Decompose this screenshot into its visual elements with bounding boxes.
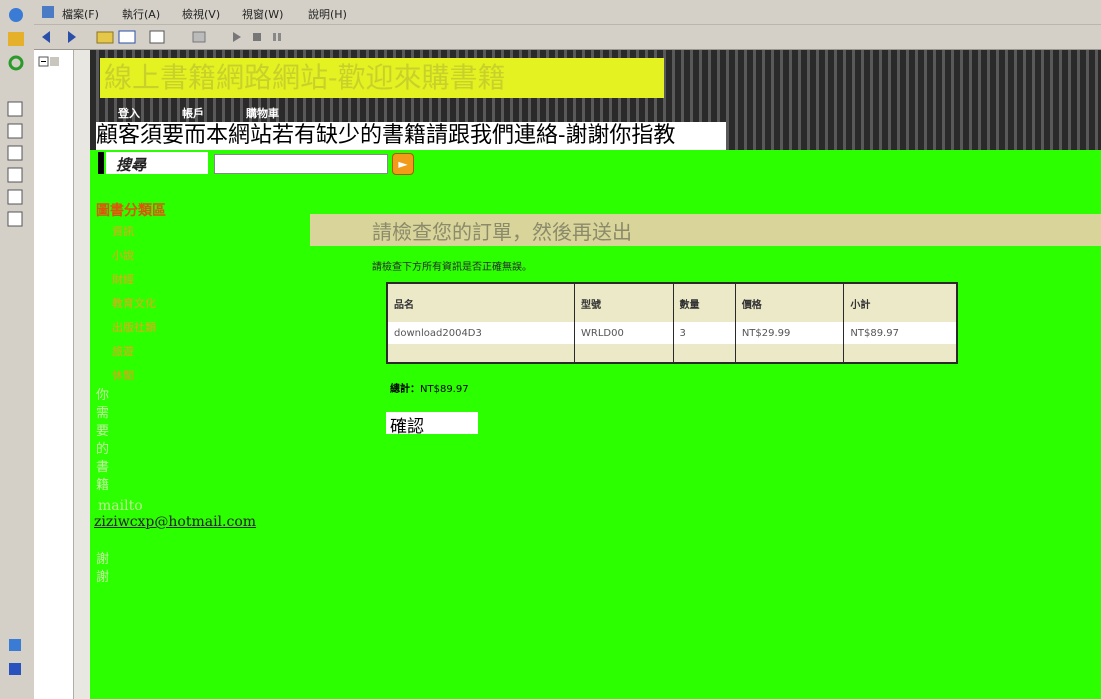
mailto-label: mailto	[98, 498, 143, 514]
app-icon[interactable]	[6, 6, 26, 24]
search-label: 搜尋	[116, 156, 147, 174]
list-icon[interactable]	[190, 29, 208, 45]
order-total: 總計：NT$89.97	[390, 380, 469, 395]
category-link[interactable]: 教育文化	[112, 295, 156, 311]
nav-cart-link[interactable]: 購物車	[246, 105, 279, 121]
search-marker	[98, 152, 104, 174]
star-icon[interactable]	[6, 30, 26, 48]
cell-item-name: download2004D3	[387, 322, 575, 344]
menu-view[interactable]: 檢視(V)	[182, 6, 220, 22]
properties-icon[interactable]	[148, 29, 166, 45]
panel-icon[interactable]	[6, 100, 26, 118]
pause-icon[interactable]	[268, 29, 286, 45]
search-go-button[interactable]: ►	[392, 153, 414, 175]
contact-char: 的	[96, 442, 110, 457]
play-icon[interactable]	[228, 29, 246, 45]
cell-price: NT$29.99	[735, 322, 845, 344]
window-icon[interactable]	[118, 29, 136, 45]
cell-model: WRLD00	[574, 322, 674, 344]
category-link[interactable]: 休閒	[112, 367, 134, 383]
contact-char: 籍	[96, 478, 110, 493]
refresh-icon[interactable]	[6, 54, 26, 72]
category-link[interactable]: 出版社類	[112, 319, 156, 335]
search-input[interactable]	[214, 154, 388, 174]
left-dock	[0, 0, 35, 699]
contact-char: 需	[96, 406, 110, 421]
arrow-right-icon: ►	[398, 157, 408, 171]
table-spacer-row	[387, 344, 957, 363]
menu-bar: 檔案(F) 執行(A) 檢視(V) 視窗(W) 說明(H)	[34, 0, 1101, 25]
panel-icon[interactable]	[6, 188, 26, 206]
contact-char: 要	[96, 424, 110, 439]
table-row: download2004D3 WRLD00 3 NT$29.99 NT$89.9…	[387, 322, 957, 344]
confirm-button[interactable]: 確認	[386, 412, 478, 437]
toolbar	[34, 25, 1101, 50]
table-header-row: 品名 型號 數量 價格 小計	[387, 283, 957, 322]
category-link[interactable]: 財經	[112, 271, 134, 287]
contact-char: 書	[96, 460, 110, 475]
menu-action[interactable]: 執行(A)	[122, 6, 160, 22]
panel-icon[interactable]	[6, 210, 26, 228]
contact-char: 你	[96, 388, 110, 403]
column-header: 數量	[673, 283, 736, 322]
nav-login-link[interactable]: 登入	[118, 105, 140, 121]
order-review-subtitle: 請檢查下方所有資訊是否正確無誤。	[372, 262, 532, 273]
site-notice: 顧客須要而本網站若有缺少的書籍請跟我們連絡-謝謝你指教	[96, 122, 726, 150]
order-table: 品名 型號 數量 價格 小計 download2004D3 WRLD00 3 N…	[386, 282, 958, 364]
tree-node-icon[interactable]	[38, 56, 60, 78]
stop-icon[interactable]	[248, 29, 266, 45]
thanks-char: 謝	[96, 552, 110, 567]
category-link[interactable]: 小說	[112, 247, 134, 263]
menu-window[interactable]: 視窗(W)	[242, 6, 283, 22]
tree-scrollbar[interactable]	[73, 50, 90, 699]
web-content: 線上書籍網路網站-歡迎來購書籍 登入 帳戶 購物車 顧客須要而本網站若有缺少的書…	[90, 50, 1101, 699]
cell-quantity: 3	[673, 322, 736, 344]
console-tree-panel[interactable]	[34, 50, 92, 699]
column-header: 小計	[843, 283, 957, 322]
menu-help[interactable]: 說明(H)	[308, 6, 347, 22]
forward-icon[interactable]	[60, 29, 78, 45]
total-label: 總計：	[390, 384, 420, 395]
category-title: 圖書分類區	[96, 203, 166, 219]
nav-account-link[interactable]: 帳戶	[182, 105, 204, 121]
category-link[interactable]: 資訊	[112, 223, 134, 239]
app-small-icon	[42, 6, 54, 18]
menu-file[interactable]: 檔案(F)	[62, 6, 99, 22]
panel-icon[interactable]	[6, 166, 26, 184]
category-link[interactable]: 旅遊	[112, 343, 134, 359]
thanks-char: 謝	[96, 570, 110, 585]
column-header: 價格	[735, 283, 845, 322]
panel-icon[interactable]	[6, 122, 26, 140]
back-icon[interactable]	[40, 29, 58, 45]
order-review-title: 請檢查您的訂單，然後再送出	[372, 220, 632, 244]
tool-icon[interactable]	[6, 660, 26, 678]
column-header: 品名	[387, 283, 575, 322]
network-icon[interactable]	[6, 636, 26, 654]
panel-icon[interactable]	[6, 144, 26, 162]
column-header: 型號	[574, 283, 674, 322]
folder-icon[interactable]	[96, 29, 114, 45]
contact-email-link[interactable]: ziziwcxp@hotmail.com	[94, 514, 256, 530]
cell-subtotal: NT$89.97	[843, 322, 957, 344]
total-value: NT$89.97	[420, 384, 469, 395]
site-logo: 線上書籍網路網站-歡迎來購書籍	[100, 58, 664, 98]
